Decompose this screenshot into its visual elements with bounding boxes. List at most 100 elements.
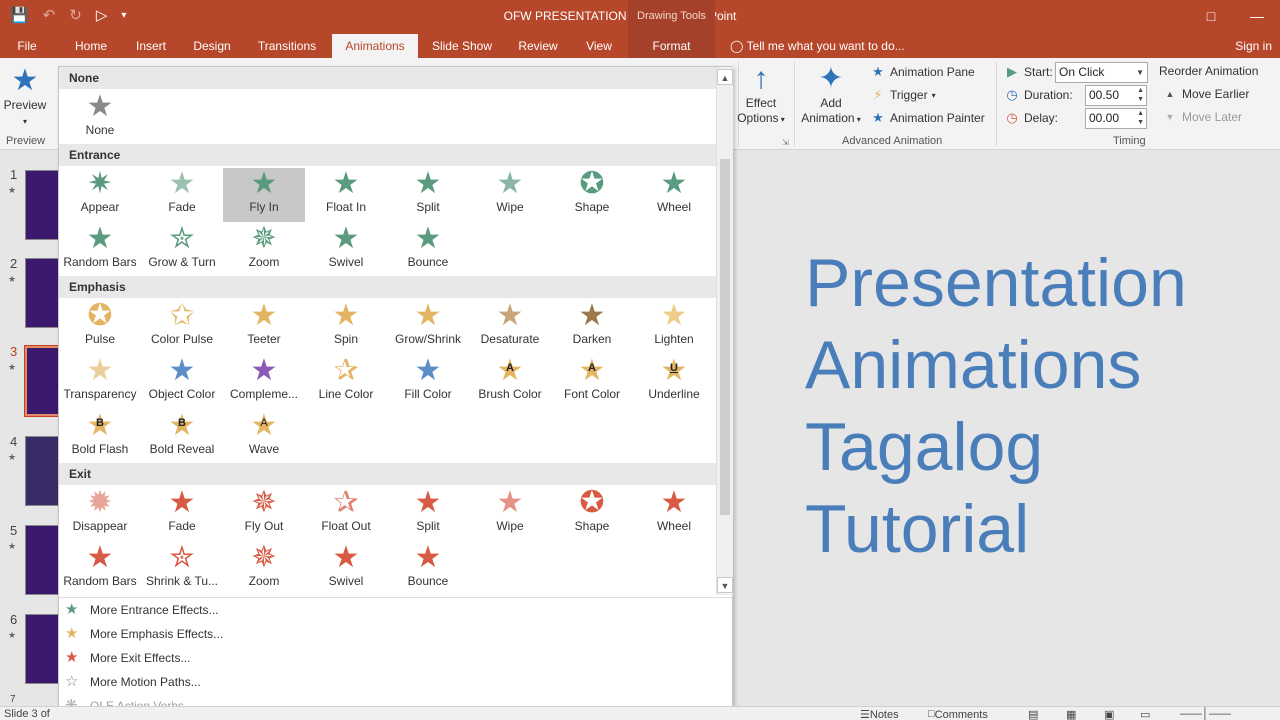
tab-design[interactable]: Design: [186, 34, 238, 58]
animation-pane-button[interactable]: ★ Animation Pane: [870, 64, 975, 80]
slide-title-text[interactable]: Presentation Animations Tagalog Tutorial: [805, 242, 1187, 570]
emphasis-lighten[interactable]: ★ Lighten: [633, 300, 715, 354]
emphasis-transparency[interactable]: ★ Transparency: [59, 355, 141, 409]
exit-float-out[interactable]: ✰ Float Out: [305, 487, 387, 541]
exit-shrink-turn[interactable]: ✮ Shrink & Tu...: [141, 542, 223, 595]
emphasis-darken[interactable]: ★ Darken: [551, 300, 633, 354]
emphasis-grow-shrink[interactable]: ★ Grow/Shrink: [387, 300, 469, 354]
scroll-up-icon[interactable]: ▲: [717, 69, 733, 85]
minimize-icon[interactable]: —: [1234, 0, 1280, 32]
tab-view[interactable]: View: [578, 34, 620, 58]
tab-transitions[interactable]: Transitions: [250, 34, 324, 58]
spinner-icon[interactable]: ▲ ▼: [1137, 109, 1144, 127]
entrance-random-bars[interactable]: ★ Random Bars: [59, 223, 141, 277]
comments-button[interactable]: □ Comments: [928, 708, 988, 720]
tell-me-box[interactable]: ◯ Tell me what you want to do...: [730, 34, 905, 58]
tab-animations[interactable]: Animations: [332, 34, 418, 58]
more-emphasis-effects[interactable]: ★ More Emphasis Effects...: [59, 622, 732, 646]
entrance-float-in[interactable]: ★ Float In: [305, 168, 387, 222]
notes-button[interactable]: ☰ Notes: [860, 708, 899, 720]
exit-swivel[interactable]: ★ Swivel: [305, 542, 387, 595]
move-later-button[interactable]: ▼ Move Later: [1162, 110, 1243, 124]
start-dropdown[interactable]: On Click ▼: [1055, 62, 1148, 83]
exit-shape[interactable]: ✪ Shape: [551, 487, 633, 541]
emphasis-color-pulse[interactable]: ✩ Color Pulse: [141, 300, 223, 354]
add-animation-button[interactable]: ✦ Add Animation ▾: [798, 62, 864, 127]
tab-insert[interactable]: Insert: [128, 34, 174, 58]
entrance-fly-in[interactable]: ★ Fly In: [223, 168, 305, 222]
emphasis-spin[interactable]: ★ Spin: [305, 300, 387, 354]
entrance-wipe[interactable]: ★ Wipe: [469, 168, 551, 222]
slide-canvas[interactable]: Presentation Animations Tagalog Tutorial: [725, 150, 1280, 706]
slide-thumbnail-1[interactable]: [25, 170, 61, 240]
exit-wheel[interactable]: ★ Wheel: [633, 487, 715, 541]
emphasis-pulse[interactable]: ✪ Pulse: [59, 300, 141, 354]
exit-disappear[interactable]: ✹ Disappear: [59, 487, 141, 541]
delay-input[interactable]: 00.00 ▲ ▼: [1085, 108, 1147, 129]
more-exit-effects[interactable]: ★ More Exit Effects...: [59, 646, 732, 670]
emphasis-teeter[interactable]: ★ Teeter: [223, 300, 305, 354]
gallery-scroll-area: None ★ None Entrance ✷ Appear ★ Fade ★ Fly …: [59, 67, 716, 595]
entrance-zoom[interactable]: ✵ Zoom: [223, 223, 305, 277]
emphasis-bold-reveal[interactable]: ★ B Bold Reveal: [141, 410, 223, 464]
slide-thumbnail-4[interactable]: [25, 436, 61, 506]
emphasis-object-color[interactable]: ★ Object Color: [141, 355, 223, 409]
dialog-launcher-icon[interactable]: ⇲: [782, 138, 789, 147]
reading-view-icon[interactable]: ▣: [1104, 708, 1114, 720]
normal-view-icon[interactable]: ▤: [1028, 708, 1038, 720]
effect-options-label-2: Options: [737, 111, 779, 125]
duration-input[interactable]: 00.50 ▲ ▼: [1085, 85, 1147, 106]
entrance-appear[interactable]: ✷ Appear: [59, 168, 141, 222]
emphasis-font-color[interactable]: ★ A Font Color: [551, 355, 633, 409]
emphasis-brush-color[interactable]: ★ A Brush Color: [469, 355, 551, 409]
entrance-wheel[interactable]: ★ Wheel: [633, 168, 715, 222]
move-earlier-button[interactable]: ▲ Move Earlier: [1162, 87, 1250, 101]
emphasis-wave[interactable]: ★ A Wave: [223, 410, 305, 464]
animation-label: Float In: [325, 200, 367, 214]
exit-bounce[interactable]: ★ Bounce: [387, 542, 469, 595]
entrance-swivel[interactable]: ★ Swivel: [305, 223, 387, 277]
sign-in-link[interactable]: Sign in: [1235, 34, 1272, 58]
slide-thumbnail-3[interactable]: [24, 345, 62, 417]
scrollbar-thumb[interactable]: [720, 159, 730, 515]
slide-thumbnail-2[interactable]: [25, 258, 61, 328]
exit-split[interactable]: ★ Split: [387, 487, 469, 541]
gallery-scrollbar[interactable]: ▲ ▼: [716, 67, 733, 595]
entrance-grow-turn[interactable]: ✮ Grow & Turn: [141, 223, 223, 277]
slideshow-view-icon[interactable]: ▭: [1140, 708, 1150, 720]
exit-zoom[interactable]: ✵ Zoom: [223, 542, 305, 595]
emphasis-underline[interactable]: ★ U Underline: [633, 355, 715, 409]
entrance-bounce[interactable]: ★ Bounce: [387, 223, 469, 277]
emphasis-bold-flash[interactable]: ★ B Bold Flash: [59, 410, 141, 464]
tab-home[interactable]: Home: [66, 34, 116, 58]
slide-thumbnail-6[interactable]: [25, 614, 61, 684]
emphasis-line-color[interactable]: ✰ Line Color: [305, 355, 387, 409]
tab-file[interactable]: File: [8, 34, 46, 58]
more-motion-paths[interactable]: ☆ More Motion Paths...: [59, 670, 732, 694]
effect-options-button[interactable]: ↑ Effect Options ▾: [734, 62, 788, 127]
animation-none[interactable]: ★ None: [59, 91, 141, 145]
zoom-slider[interactable]: ——│——: [1180, 708, 1231, 720]
scroll-down-icon[interactable]: ▼: [717, 577, 733, 593]
trigger-button[interactable]: ⚡ Trigger ▾: [870, 87, 935, 103]
exit-wipe[interactable]: ★ Wipe: [469, 487, 551, 541]
tab-review[interactable]: Review: [510, 34, 566, 58]
more-entrance-effects[interactable]: ★ More Entrance Effects...: [59, 598, 732, 622]
exit-fly-out[interactable]: ✵ Fly Out: [223, 487, 305, 541]
entrance-fade[interactable]: ★ Fade: [141, 168, 223, 222]
tab-slide-show[interactable]: Slide Show: [426, 34, 498, 58]
preview-button[interactable]: ★ Preview ▾: [2, 64, 48, 129]
spinner-icon[interactable]: ▲ ▼: [1137, 86, 1144, 104]
emphasis-desaturate[interactable]: ★ Desaturate: [469, 300, 551, 354]
slide-thumbnail-5[interactable]: [25, 525, 61, 595]
tab-format[interactable]: Format: [628, 34, 715, 58]
exit-random-bars[interactable]: ★ Random Bars: [59, 542, 141, 595]
exit-fade[interactable]: ★ Fade: [141, 487, 223, 541]
ribbon-display-icon[interactable]: □: [1188, 0, 1234, 32]
entrance-split[interactable]: ★ Split: [387, 168, 469, 222]
slide-sorter-icon[interactable]: ▦: [1066, 708, 1076, 720]
emphasis-complementary[interactable]: ★ Compleme...: [223, 355, 305, 409]
emphasis-fill-color[interactable]: ★ Fill Color: [387, 355, 469, 409]
entrance-shape[interactable]: ✪ Shape: [551, 168, 633, 222]
animation-painter-button[interactable]: ★ Animation Painter: [870, 110, 985, 126]
